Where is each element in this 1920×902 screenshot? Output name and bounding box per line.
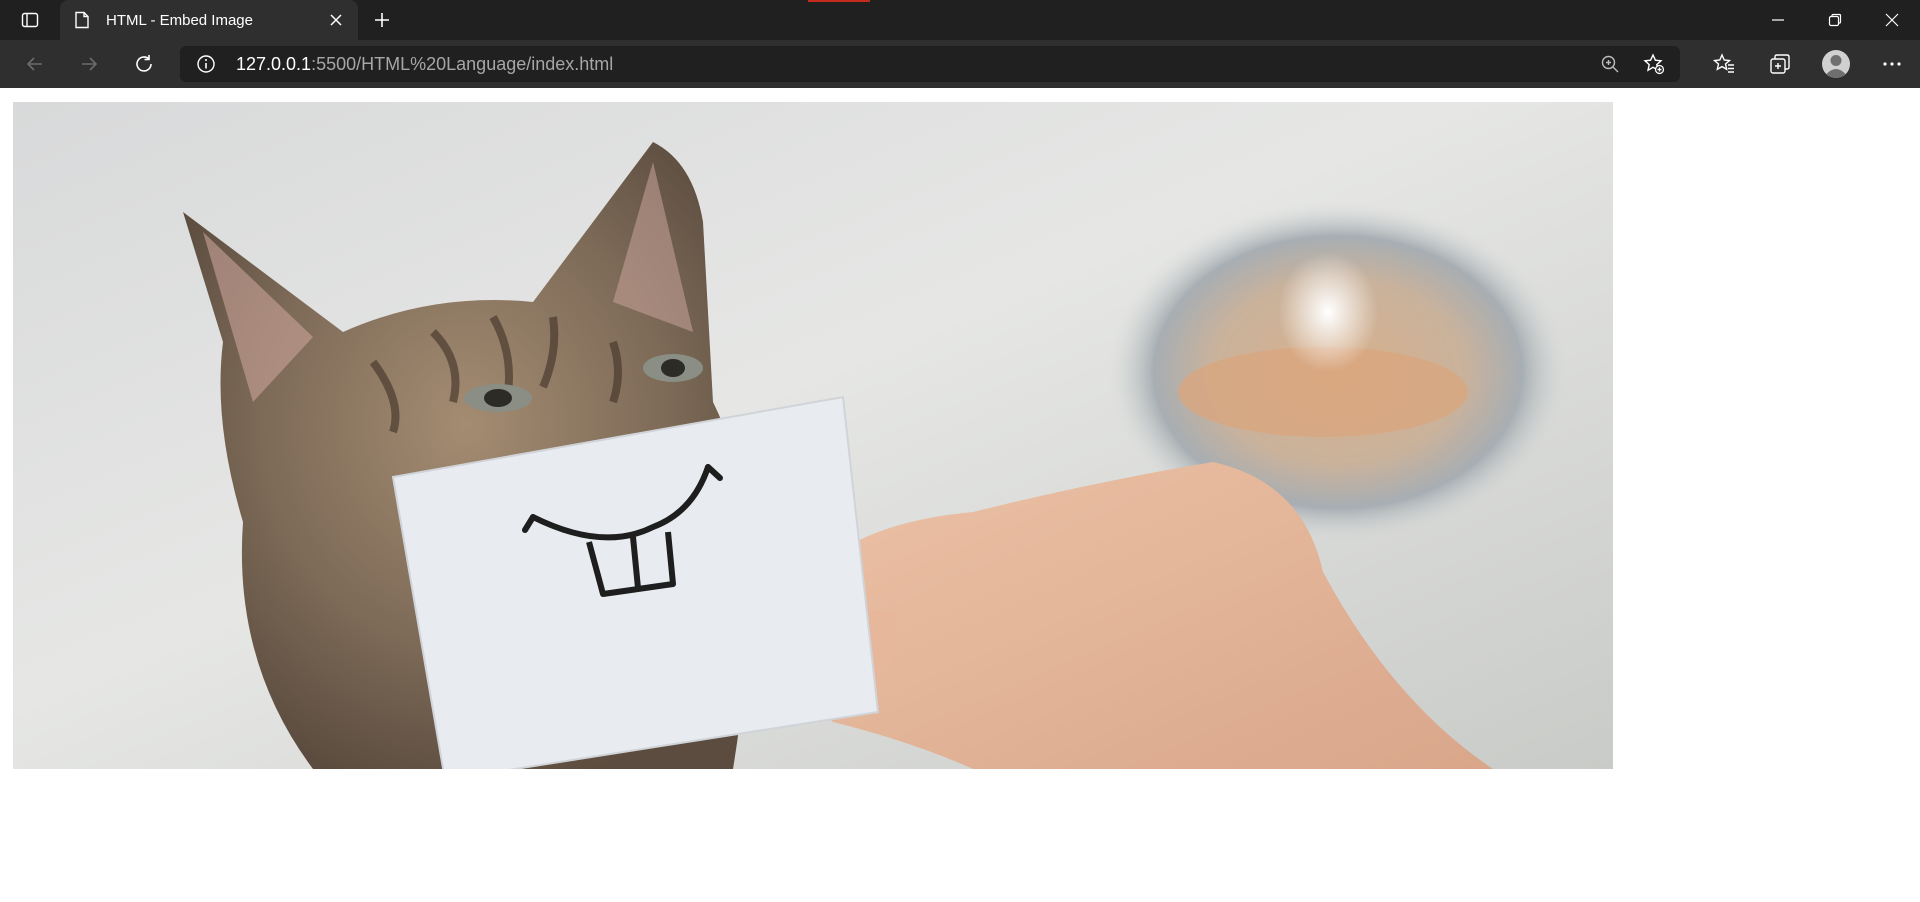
minimize-button[interactable]: [1749, 0, 1806, 40]
back-button[interactable]: [17, 46, 53, 82]
collections-button[interactable]: [1762, 46, 1798, 82]
restore-button[interactable]: [1806, 0, 1863, 40]
url-host: 127.0.0.1: [236, 53, 312, 74]
close-window-button[interactable]: [1863, 0, 1920, 40]
profile-button[interactable]: [1818, 46, 1854, 82]
tab-title: HTML - Embed Image: [106, 11, 253, 29]
zoom-icon: [1601, 55, 1619, 73]
more-icon: [1883, 62, 1901, 66]
arrow-left-icon: [26, 57, 42, 71]
tab-actions-icon: [21, 12, 39, 28]
cat-photo-image: [13, 102, 1613, 769]
plus-icon: [375, 13, 389, 27]
browser-tab[interactable]: HTML - Embed Image: [60, 0, 358, 40]
browser-toolbar: 127.0.0.1:5500/HTML%20Language/index.htm…: [0, 40, 1920, 88]
page-content: [0, 88, 1920, 902]
info-icon: [197, 55, 215, 73]
add-favorite-button[interactable]: [1638, 48, 1670, 80]
close-icon: [330, 14, 342, 26]
address-bar[interactable]: 127.0.0.1:5500/HTML%20Language/index.htm…: [180, 46, 1680, 82]
refresh-button[interactable]: [126, 46, 162, 82]
page-icon: [72, 10, 92, 30]
zoom-button[interactable]: [1594, 48, 1626, 80]
embedded-image: [13, 102, 1613, 769]
settings-menu-button[interactable]: [1874, 46, 1910, 82]
title-bar: HTML - Embed Image: [0, 0, 1920, 40]
avatar-icon: [1822, 50, 1850, 78]
url-text[interactable]: 127.0.0.1:5500/HTML%20Language/index.htm…: [236, 54, 613, 75]
close-icon: [1885, 13, 1898, 27]
url-path: :5500/HTML%20Language/index.html: [311, 53, 614, 74]
star-add-icon: [1643, 53, 1665, 75]
favorites-icon: [1713, 53, 1734, 73]
recording-indicator: [808, 0, 870, 2]
forward-button[interactable]: [71, 46, 107, 82]
collections-icon: [1770, 54, 1790, 74]
site-info-button[interactable]: [186, 54, 226, 74]
new-tab-button[interactable]: [366, 4, 398, 36]
favorites-button[interactable]: [1706, 46, 1742, 82]
refresh-icon: [136, 55, 152, 72]
restore-icon: [1828, 13, 1841, 27]
minimize-icon: [1771, 19, 1784, 21]
tab-actions-button[interactable]: [8, 4, 52, 36]
close-tab-button[interactable]: [322, 6, 350, 34]
arrow-right-icon: [82, 57, 98, 71]
